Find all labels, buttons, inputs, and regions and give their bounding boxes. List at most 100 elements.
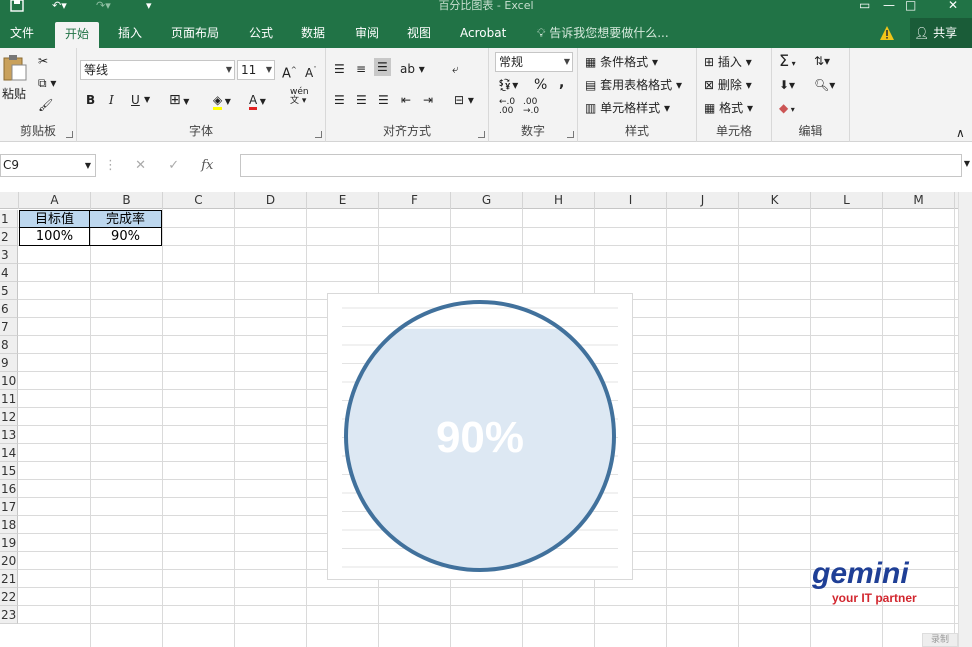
cell-A2[interactable]: 100% (19, 228, 90, 246)
column-header-H[interactable]: H (523, 192, 595, 209)
font-launcher-icon[interactable] (315, 131, 322, 138)
column-header-J[interactable]: J (667, 192, 739, 209)
align-center-icon[interactable]: ☰ (356, 91, 367, 109)
row-header-23[interactable]: 23 (0, 606, 18, 624)
row-header-10[interactable]: 10 (0, 372, 18, 390)
align-middle-icon[interactable]: ≡ (356, 60, 366, 78)
align-right-icon[interactable]: ☰ (378, 91, 389, 109)
cut-icon[interactable]: ✂ (38, 52, 48, 70)
merge-center-icon[interactable]: ⊟ ▾ (454, 91, 474, 109)
enter-icon[interactable]: ✓ (168, 158, 179, 173)
column-header-C[interactable]: C (163, 192, 235, 209)
accounting-format-icon[interactable]: 💱︎▾ (497, 76, 518, 94)
row-header-2[interactable]: 2 (0, 228, 18, 246)
number-format-combo[interactable]: 常规 ▼ (495, 52, 573, 72)
row-header-20[interactable]: 20 (0, 552, 18, 570)
row-header-16[interactable]: 16 (0, 480, 18, 498)
cell-styles-button[interactable]: ▥ 单元格样式 ▾ (585, 99, 670, 117)
column-header-I[interactable]: I (595, 192, 667, 209)
cell-B1[interactable]: 完成率 (90, 210, 162, 228)
row-header-15[interactable]: 15 (0, 462, 18, 480)
formula-input[interactable] (240, 154, 962, 177)
column-header-E[interactable]: E (307, 192, 379, 209)
row-header-11[interactable]: 11 (0, 390, 18, 408)
tab-page-layout[interactable]: 页面布局 (161, 18, 229, 48)
row-header-4[interactable]: 4 (0, 264, 18, 282)
row-header-9[interactable]: 9 (0, 354, 18, 372)
close-icon[interactable]: ✕ (948, 0, 958, 12)
shrink-font-icon[interactable]: Aˇ (305, 61, 317, 82)
column-header-G[interactable]: G (451, 192, 523, 209)
sort-filter-icon[interactable]: ⇅▾ (814, 52, 830, 70)
row-header-1[interactable]: 1 (0, 210, 18, 228)
font-size-combo[interactable]: 11 ▼ (237, 60, 275, 80)
row-header-14[interactable]: 14 (0, 444, 18, 462)
borders-icon[interactable]: ⊞ ▼ (169, 91, 189, 111)
orientation-icon[interactable]: ab ▾ (400, 60, 425, 78)
ribbon-display-icon[interactable]: ▭ (859, 0, 870, 12)
copy-icon[interactable]: ⧉ ▾ (38, 74, 56, 92)
share-button[interactable]: 👤︎ 共享 (910, 18, 972, 48)
row-header-17[interactable]: 17 (0, 498, 18, 516)
format-painter-icon[interactable]: 🖌︎ (38, 96, 53, 114)
tab-review[interactable]: 审阅 (345, 18, 389, 48)
row-header-18[interactable]: 18 (0, 516, 18, 534)
format-cells-button[interactable]: ▦ 格式 ▾ (704, 99, 753, 117)
fill-icon[interactable]: ⬇▾ (779, 76, 795, 94)
row-header-22[interactable]: 22 (0, 588, 18, 606)
warning-icon[interactable] (879, 25, 895, 41)
column-header-L[interactable]: L (811, 192, 883, 209)
alignment-launcher-icon[interactable] (478, 131, 485, 138)
cell-A1[interactable]: 目标值 (19, 210, 90, 228)
decrease-indent-icon[interactable]: ⇤ (401, 91, 411, 109)
grow-font-icon[interactable]: A^ (282, 61, 297, 83)
fill-color-icon[interactable]: ◈ ▼ (213, 91, 231, 111)
tab-data[interactable]: 数据 (291, 18, 335, 48)
italic-button[interactable]: I (109, 91, 114, 109)
autosum-icon[interactable]: Σ ▾ (779, 52, 796, 73)
percent-style-button[interactable]: % (534, 76, 547, 94)
row-header-19[interactable]: 19 (0, 534, 18, 552)
align-top-icon[interactable]: ☰ (334, 60, 345, 78)
column-header-F[interactable]: F (379, 192, 451, 209)
column-header-D[interactable]: D (235, 192, 307, 209)
column-header-K[interactable]: K (739, 192, 811, 209)
row-header-3[interactable]: 3 (0, 246, 18, 264)
collapse-ribbon-icon[interactable]: ∧ (956, 124, 965, 142)
percentage-chart[interactable]: 90% (327, 293, 633, 580)
expand-formula-icon[interactable]: ▼ (964, 159, 970, 168)
tab-formulas[interactable]: 公式 (239, 18, 283, 48)
row-header-21[interactable]: 21 (0, 570, 18, 588)
minimize-icon[interactable]: — (883, 0, 895, 12)
underline-dropdown-icon[interactable]: ▼ (144, 91, 150, 109)
comma-style-button[interactable]: , (559, 74, 564, 92)
tab-file[interactable]: 文件 (0, 18, 44, 48)
tab-acrobat[interactable]: Acrobat (450, 18, 516, 48)
phonetic-guide-icon[interactable]: wén 文 ▾ (290, 88, 309, 106)
align-left-icon[interactable]: ☰ (334, 91, 345, 109)
conditional-formatting-button[interactable]: ▦ 条件格式 ▾ (585, 53, 658, 71)
row-header-13[interactable]: 13 (0, 426, 18, 444)
row-header-12[interactable]: 12 (0, 408, 18, 426)
cell-B2[interactable]: 90% (90, 228, 162, 246)
increase-indent-icon[interactable]: ⇥ (423, 91, 433, 109)
cancel-icon[interactable]: ✕ (135, 158, 146, 173)
clipboard-launcher-icon[interactable] (66, 131, 73, 138)
insert-cells-button[interactable]: ⊞ 插入 ▾ (704, 53, 752, 71)
row-header-7[interactable]: 7 (0, 318, 18, 336)
number-launcher-icon[interactable] (567, 131, 574, 138)
select-all-corner[interactable] (0, 192, 19, 209)
font-name-combo[interactable]: 等线 ▼ (80, 60, 235, 80)
row-header-5[interactable]: 5 (0, 282, 18, 300)
row-header-8[interactable]: 8 (0, 336, 18, 354)
underline-button[interactable]: U (131, 91, 140, 109)
column-header-A[interactable]: A (19, 192, 91, 209)
paste-button[interactable]: 粘贴 (2, 54, 28, 103)
name-box[interactable]: C9 ▼ (0, 154, 96, 177)
vertical-scrollbar[interactable] (958, 192, 972, 647)
tab-insert[interactable]: 插入 (108, 18, 152, 48)
tab-view[interactable]: 视图 (397, 18, 441, 48)
delete-cells-button[interactable]: ⊠ 删除 ▾ (704, 76, 752, 94)
column-header-B[interactable]: B (91, 192, 163, 209)
clear-icon[interactable]: ◆ ▾ (779, 99, 795, 119)
